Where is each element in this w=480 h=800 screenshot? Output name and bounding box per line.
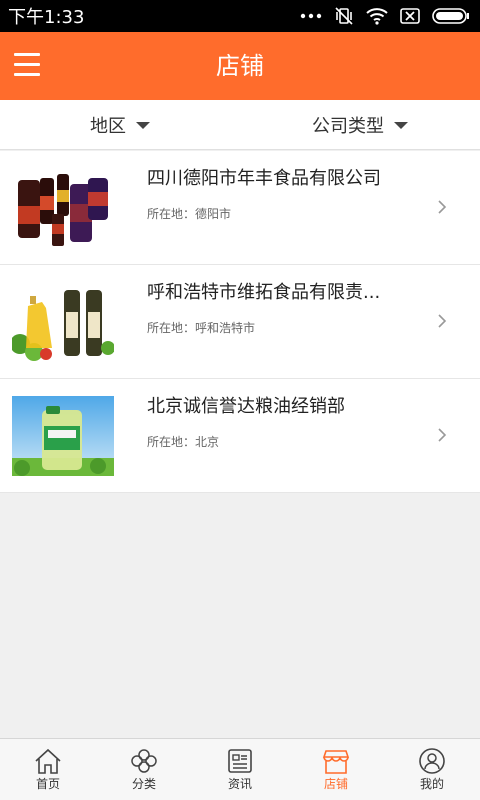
caret-down-icon	[394, 122, 408, 129]
app-header: 店铺	[0, 32, 480, 100]
region-filter-label: 地区	[90, 115, 126, 137]
wifi-icon	[366, 8, 388, 25]
tab-home[interactable]: 首页	[0, 739, 96, 800]
more-dots-icon	[300, 13, 322, 19]
company-type-filter[interactable]: 公司类型	[240, 100, 480, 149]
tab-home-label: 首页	[35, 777, 60, 791]
news-icon	[228, 749, 252, 773]
menu-icon-line	[14, 73, 40, 76]
shop-name: 呼和浩特市维拓食品有限责...	[147, 282, 381, 303]
shop-list-item[interactable]: 呼和浩特市维拓食品有限责... 所在地：呼和浩特市	[0, 265, 480, 379]
tab-profile-label: 我的	[419, 777, 444, 791]
vibrate-off-icon	[335, 7, 353, 25]
chevron-right-icon	[438, 314, 447, 328]
menu-icon	[14, 53, 40, 56]
shop-thumbnail	[12, 168, 114, 248]
filter-bar: 地区 公司类型	[0, 100, 480, 150]
shop-thumbnail	[12, 282, 114, 362]
profile-icon	[419, 748, 445, 774]
tab-news[interactable]: 资讯	[192, 739, 288, 800]
chevron-right-icon	[438, 428, 447, 442]
shop-list-item[interactable]: 北京诚信誉达粮油经销部 所在地：北京	[0, 379, 480, 493]
shop-location: 所在地：北京	[147, 435, 220, 449]
tab-news-label: 资讯	[227, 777, 252, 791]
company-type-filter-label: 公司类型	[312, 115, 384, 137]
tab-store-label: 店铺	[323, 777, 348, 791]
status-icons	[300, 6, 470, 26]
shop-list-item[interactable]: 四川德阳市年丰食品有限公司 所在地：德阳市	[0, 151, 480, 265]
shop-name: 四川德阳市年丰食品有限公司	[147, 168, 381, 189]
shop-location: 所在地：呼和浩特市	[147, 321, 256, 335]
bottom-tab-bar: 首页 分类 资讯 店铺 我的	[0, 738, 480, 800]
region-filter[interactable]: 地区	[0, 100, 240, 149]
tab-profile[interactable]: 我的	[384, 739, 480, 800]
chevron-right-icon	[438, 200, 447, 214]
shop-list: 四川德阳市年丰食品有限公司 所在地：德阳市 呼和浩特市维拓食品有限责... 所在…	[0, 151, 480, 493]
tab-store[interactable]: 店铺	[288, 739, 384, 800]
status-bar: 下午1:33	[0, 0, 480, 32]
shop-thumbnail	[12, 396, 114, 476]
category-icon	[131, 749, 157, 773]
status-time: 下午1:33	[8, 7, 85, 28]
page-title: 店铺	[216, 52, 264, 80]
menu-button[interactable]	[10, 46, 50, 86]
caret-down-icon	[136, 122, 150, 129]
battery-icon	[432, 8, 469, 24]
shop-name: 北京诚信誉达粮油经销部	[147, 396, 345, 417]
shop-location: 所在地：德阳市	[147, 207, 232, 221]
tab-category-label: 分类	[131, 777, 156, 791]
sim-off-icon	[400, 8, 420, 24]
menu-icon-line	[14, 63, 40, 66]
home-icon	[35, 748, 61, 774]
tab-category[interactable]: 分类	[96, 739, 192, 800]
store-icon	[322, 750, 350, 774]
